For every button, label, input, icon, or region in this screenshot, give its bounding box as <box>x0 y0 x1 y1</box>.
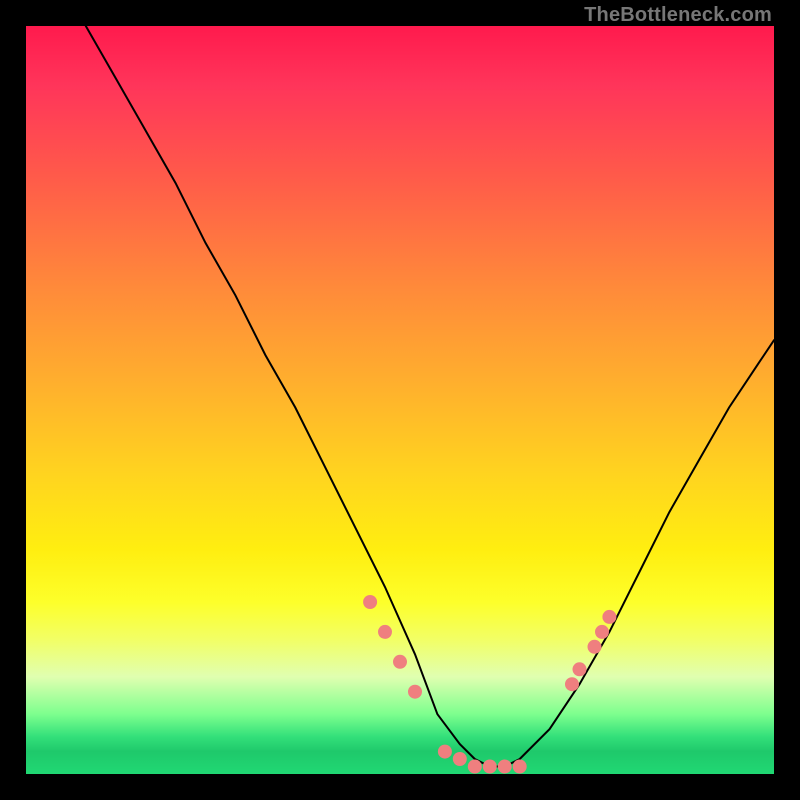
bottleneck-curve <box>86 26 774 767</box>
curve-layer <box>26 26 774 774</box>
highlight-dot <box>453 752 467 766</box>
chart-frame: TheBottleneck.com <box>0 0 800 800</box>
highlight-dot <box>468 760 482 774</box>
highlight-dot <box>393 655 407 669</box>
highlight-dot <box>602 610 616 624</box>
highlight-dot <box>438 745 452 759</box>
highlight-dot <box>565 677 579 691</box>
highlight-dot <box>498 760 512 774</box>
highlight-dot <box>483 760 497 774</box>
highlight-dot <box>513 760 527 774</box>
highlight-dot <box>595 625 609 639</box>
highlight-dot <box>588 640 602 654</box>
plot-area <box>26 26 774 774</box>
watermark-text: TheBottleneck.com <box>584 4 772 27</box>
highlight-dot <box>573 662 587 676</box>
highlight-dot <box>378 625 392 639</box>
highlight-dot <box>363 595 377 609</box>
highlight-dot <box>408 685 422 699</box>
